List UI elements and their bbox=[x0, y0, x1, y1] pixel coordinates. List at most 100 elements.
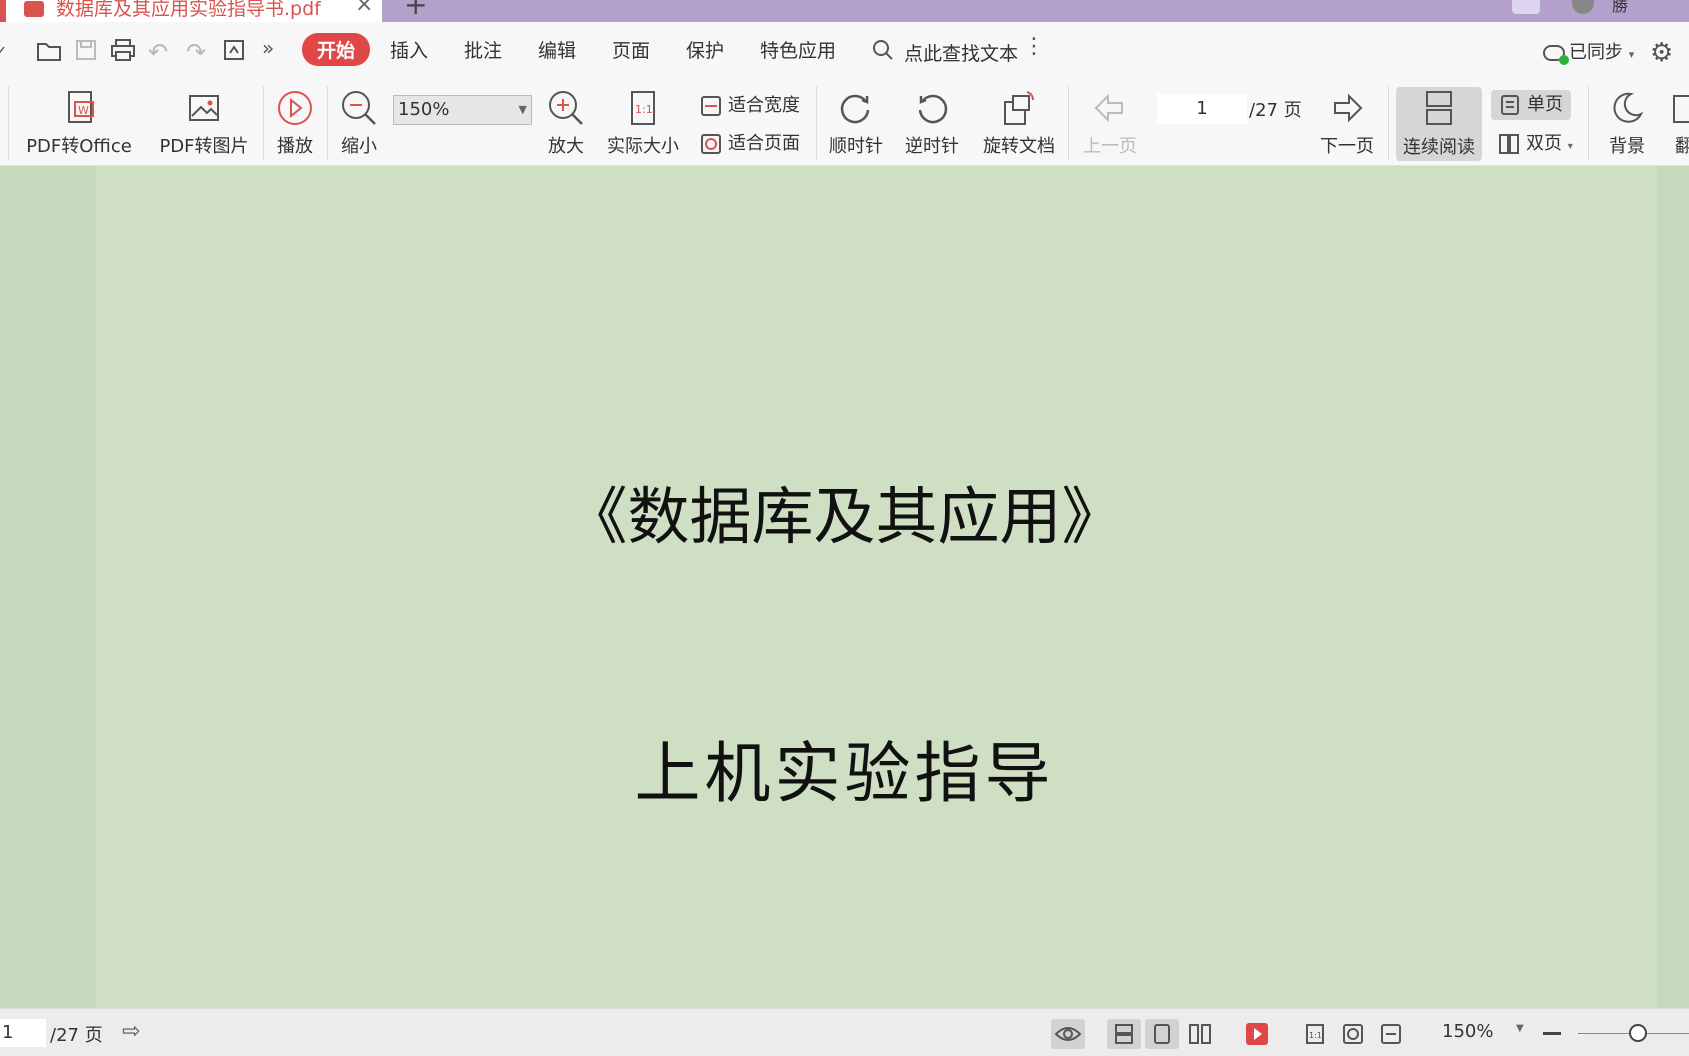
fit-page-button[interactable]: 适合页面 bbox=[700, 129, 800, 159]
cloud-sync-icon bbox=[1543, 45, 1569, 65]
rotate-clockwise-button[interactable]: 顺时针 bbox=[822, 80, 890, 166]
divider bbox=[816, 86, 817, 160]
goto-page-icon[interactable]: ⇨ bbox=[122, 1019, 140, 1044]
arrow-right-icon bbox=[1334, 93, 1363, 123]
search-icon[interactable] bbox=[872, 39, 894, 61]
zoom-in-icon bbox=[549, 91, 583, 125]
title-bar: 数据库及其应用实验指导书.pdf × + 勝 bbox=[0, 0, 1689, 22]
ribbon-toolbar: W PDF转Office PDF转图片 播放 缩小 150% ▼ 放大 1:1 实… bbox=[0, 80, 1689, 166]
document-viewer[interactable]: 《数据库及其应用》 上机实验指导 bbox=[0, 166, 1689, 1008]
continuous-view-icon[interactable] bbox=[1107, 1019, 1141, 1049]
fit-width-icon[interactable] bbox=[1374, 1019, 1408, 1049]
continuous-read-icon bbox=[1426, 91, 1452, 125]
single-view-icon[interactable] bbox=[1145, 1019, 1179, 1049]
prev-page-button[interactable]: 上一页 bbox=[1076, 80, 1144, 166]
double-page-button[interactable]: 双页 ▾ bbox=[1498, 129, 1573, 159]
new-tab-button[interactable]: + bbox=[404, 0, 427, 21]
tab-special-apps[interactable]: 特色应用 bbox=[760, 36, 836, 63]
zoom-in-button[interactable]: 放大 bbox=[540, 80, 592, 166]
moon-icon bbox=[1613, 92, 1644, 123]
redo-icon[interactable]: ↷ bbox=[186, 38, 206, 66]
pdf-to-office-icon: W bbox=[68, 91, 94, 123]
single-page-icon bbox=[1501, 95, 1519, 115]
divider bbox=[1388, 86, 1389, 160]
tab-page[interactable]: 页面 bbox=[612, 36, 650, 63]
zoom-minus-icon[interactable] bbox=[1543, 1032, 1561, 1035]
open-folder-icon[interactable] bbox=[36, 38, 62, 62]
rotate-document-button[interactable]: 旋转文档 bbox=[978, 80, 1060, 166]
sync-dropdown-icon: ▾ bbox=[1628, 48, 1635, 61]
zoom-slider-handle[interactable] bbox=[1629, 1024, 1647, 1042]
tab-insert[interactable]: 插入 bbox=[390, 36, 428, 63]
svg-text:1:1: 1:1 bbox=[1309, 1031, 1322, 1040]
more-tools-icon[interactable]: » bbox=[262, 36, 274, 60]
undo-icon[interactable]: ↶ bbox=[148, 38, 168, 66]
actual-size-button[interactable]: 1:1 实际大小 bbox=[602, 80, 684, 166]
status-page-input[interactable]: 1 bbox=[0, 1019, 46, 1047]
eye-icon[interactable] bbox=[1051, 1019, 1085, 1049]
tab-start[interactable]: 开始 bbox=[302, 33, 371, 66]
tab-edit[interactable]: 编辑 bbox=[538, 36, 576, 63]
rotate-counterclockwise-button[interactable]: 逆时针 bbox=[898, 80, 966, 166]
chevron-down-icon[interactable]: ▼ bbox=[1516, 1023, 1524, 1034]
pdf-to-image-label: PDF转图片 bbox=[159, 136, 249, 157]
document-tab[interactable]: 数据库及其应用实验指导书.pdf × bbox=[0, 0, 382, 22]
tab-annotate[interactable]: 批注 bbox=[464, 36, 502, 63]
search-input[interactable]: 点此查找文本 bbox=[904, 39, 1018, 66]
double-view-icon[interactable] bbox=[1183, 1019, 1217, 1049]
print-icon[interactable] bbox=[110, 38, 136, 62]
actual-size-icon[interactable]: 1:1 bbox=[1298, 1019, 1332, 1049]
translate-label: 翻 bbox=[1675, 136, 1689, 157]
translate-icon bbox=[1673, 95, 1689, 123]
page-number-input[interactable]: 1 bbox=[1157, 94, 1247, 124]
image-icon bbox=[189, 95, 219, 121]
tab-title: 数据库及其应用实验指导书.pdf bbox=[56, 0, 321, 20]
single-page-button[interactable]: 单页 bbox=[1491, 90, 1571, 120]
chevron-down-icon: ▼ bbox=[518, 103, 527, 116]
next-page-button[interactable]: 下一页 bbox=[1312, 80, 1382, 166]
zoom-in-label: 放大 bbox=[548, 136, 584, 157]
sync-status[interactable]: 已同步 ▾ bbox=[1543, 38, 1635, 65]
single-page-label: 单页 bbox=[1527, 94, 1563, 115]
play-icon[interactable] bbox=[1240, 1019, 1274, 1049]
background-label: 背景 bbox=[1609, 136, 1645, 157]
next-page-label: 下一页 bbox=[1320, 136, 1374, 157]
background-button[interactable]: 背景 bbox=[1596, 80, 1658, 166]
rotate-clockwise-label: 顺时针 bbox=[829, 136, 883, 157]
divider bbox=[8, 86, 9, 160]
svg-text:W: W bbox=[78, 104, 89, 117]
fit-width-icon bbox=[701, 96, 721, 116]
rotate-counterclockwise-icon bbox=[918, 94, 948, 124]
total-pages: /27 页 bbox=[1249, 100, 1302, 121]
divider bbox=[1588, 86, 1589, 160]
notification-icon[interactable] bbox=[1512, 0, 1540, 14]
export-icon[interactable] bbox=[222, 38, 248, 62]
chevron-down-icon[interactable]: ✓ bbox=[0, 42, 7, 61]
close-icon[interactable]: × bbox=[355, 0, 373, 17]
rotate-counterclockwise-label: 逆时针 bbox=[905, 136, 959, 157]
avatar[interactable] bbox=[1572, 0, 1594, 14]
tab-protect[interactable]: 保护 bbox=[686, 36, 724, 63]
translate-button[interactable]: 翻 bbox=[1664, 80, 1689, 166]
zoom-select[interactable]: 150% ▼ bbox=[393, 95, 532, 125]
play-button[interactable]: 播放 bbox=[268, 80, 322, 166]
save-icon[interactable] bbox=[74, 38, 98, 62]
continuous-read-label: 连续阅读 bbox=[1403, 137, 1475, 158]
rotate-clockwise-icon bbox=[840, 94, 870, 124]
fit-page-icon[interactable] bbox=[1336, 1019, 1370, 1049]
user-name[interactable]: 勝 bbox=[1612, 0, 1628, 16]
pdf-to-office-button[interactable]: W PDF转Office bbox=[14, 80, 144, 166]
more-options-icon[interactable]: ⋮ bbox=[1023, 34, 1045, 59]
divider bbox=[263, 86, 264, 160]
status-zoom-value[interactable]: 150% bbox=[1442, 1021, 1493, 1042]
pdf-to-image-button[interactable]: PDF转图片 bbox=[154, 80, 254, 166]
fit-width-button[interactable]: 适合宽度 bbox=[700, 91, 800, 121]
status-total-pages: /27 页 bbox=[50, 1025, 103, 1046]
document-title: 《数据库及其应用》 bbox=[565, 480, 1124, 553]
continuous-read-button[interactable]: 连续阅读 bbox=[1396, 87, 1482, 161]
sync-label: 已同步 bbox=[1569, 42, 1623, 63]
gear-icon[interactable]: ⚙ bbox=[1650, 38, 1673, 68]
pdf-to-office-label: PDF转Office bbox=[26, 136, 132, 157]
zoom-out-button[interactable]: 缩小 bbox=[334, 80, 384, 166]
svg-text:1:1: 1:1 bbox=[635, 103, 653, 116]
